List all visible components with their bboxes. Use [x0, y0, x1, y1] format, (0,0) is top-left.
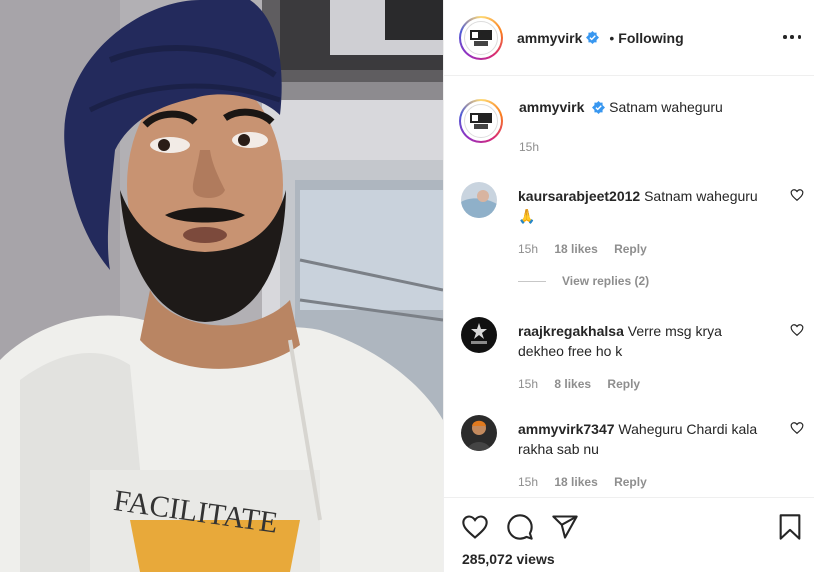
comment-icon[interactable] [506, 513, 534, 541]
post-video[interactable]: FACILITATE [0, 0, 443, 572]
comment-time[interactable]: 15h [518, 377, 538, 391]
heart-icon[interactable] [790, 323, 804, 337]
post-header: ammyvirk • Following [444, 0, 814, 76]
bookmark-icon[interactable] [776, 513, 804, 541]
heart-icon[interactable] [790, 188, 804, 202]
comment-username[interactable]: kaursarabjeet2012 [518, 188, 640, 204]
header-separator: • [609, 29, 615, 46]
reply-button[interactable]: Reply [614, 475, 647, 489]
caption-text: Satnam waheguru [609, 99, 723, 115]
heart-icon[interactable] [790, 421, 804, 435]
comment-time[interactable]: 15h [518, 242, 538, 256]
reply-button[interactable]: Reply [607, 377, 640, 391]
view-replies-button[interactable]: View replies (2) [518, 274, 649, 288]
caption-username[interactable]: ammyvirk [519, 99, 584, 115]
post-actions: 285,072 views [444, 497, 814, 572]
verified-badge-icon [592, 101, 606, 114]
view-count[interactable]: 285,072 views [462, 551, 555, 567]
caption-timestamp[interactable]: 15h [519, 140, 539, 154]
comment-likes[interactable]: 18 likes [554, 242, 597, 256]
more-options-icon[interactable] [783, 28, 801, 46]
following-button[interactable]: Following [618, 30, 683, 46]
comment-time[interactable]: 15h [518, 475, 538, 489]
comments-section: ammyvirk Satnam waheguru 15h kaursarabje… [444, 77, 814, 497]
like-heart-icon[interactable] [461, 513, 489, 541]
commenter-avatar[interactable] [461, 415, 497, 451]
comment-username[interactable]: raajkregakhalsa [518, 323, 624, 339]
post-details-panel: ammyvirk • Following ammyvirk Satnam wah… [443, 0, 814, 572]
commenter-avatar[interactable] [461, 317, 497, 353]
reply-button[interactable]: Reply [614, 242, 647, 256]
profile-logo-icon [464, 104, 498, 138]
verified-badge-icon [586, 31, 600, 44]
comment-likes[interactable]: 18 likes [554, 475, 597, 489]
share-icon[interactable] [551, 513, 579, 541]
instagram-post: FACILITATE ammyvirk • Following ammyvirk… [0, 0, 814, 572]
profile-logo-icon [464, 20, 498, 55]
profile-avatar[interactable] [459, 15, 503, 60]
comment-likes[interactable]: 8 likes [554, 377, 591, 391]
commenter-avatar[interactable] [461, 182, 497, 218]
caption-avatar[interactable] [459, 99, 503, 143]
video-frame-illustration: FACILITATE [0, 0, 443, 572]
comment-username[interactable]: ammyvirk7347 [518, 421, 615, 437]
replies-divider [518, 280, 546, 282]
header-username[interactable]: ammyvirk [517, 30, 582, 46]
